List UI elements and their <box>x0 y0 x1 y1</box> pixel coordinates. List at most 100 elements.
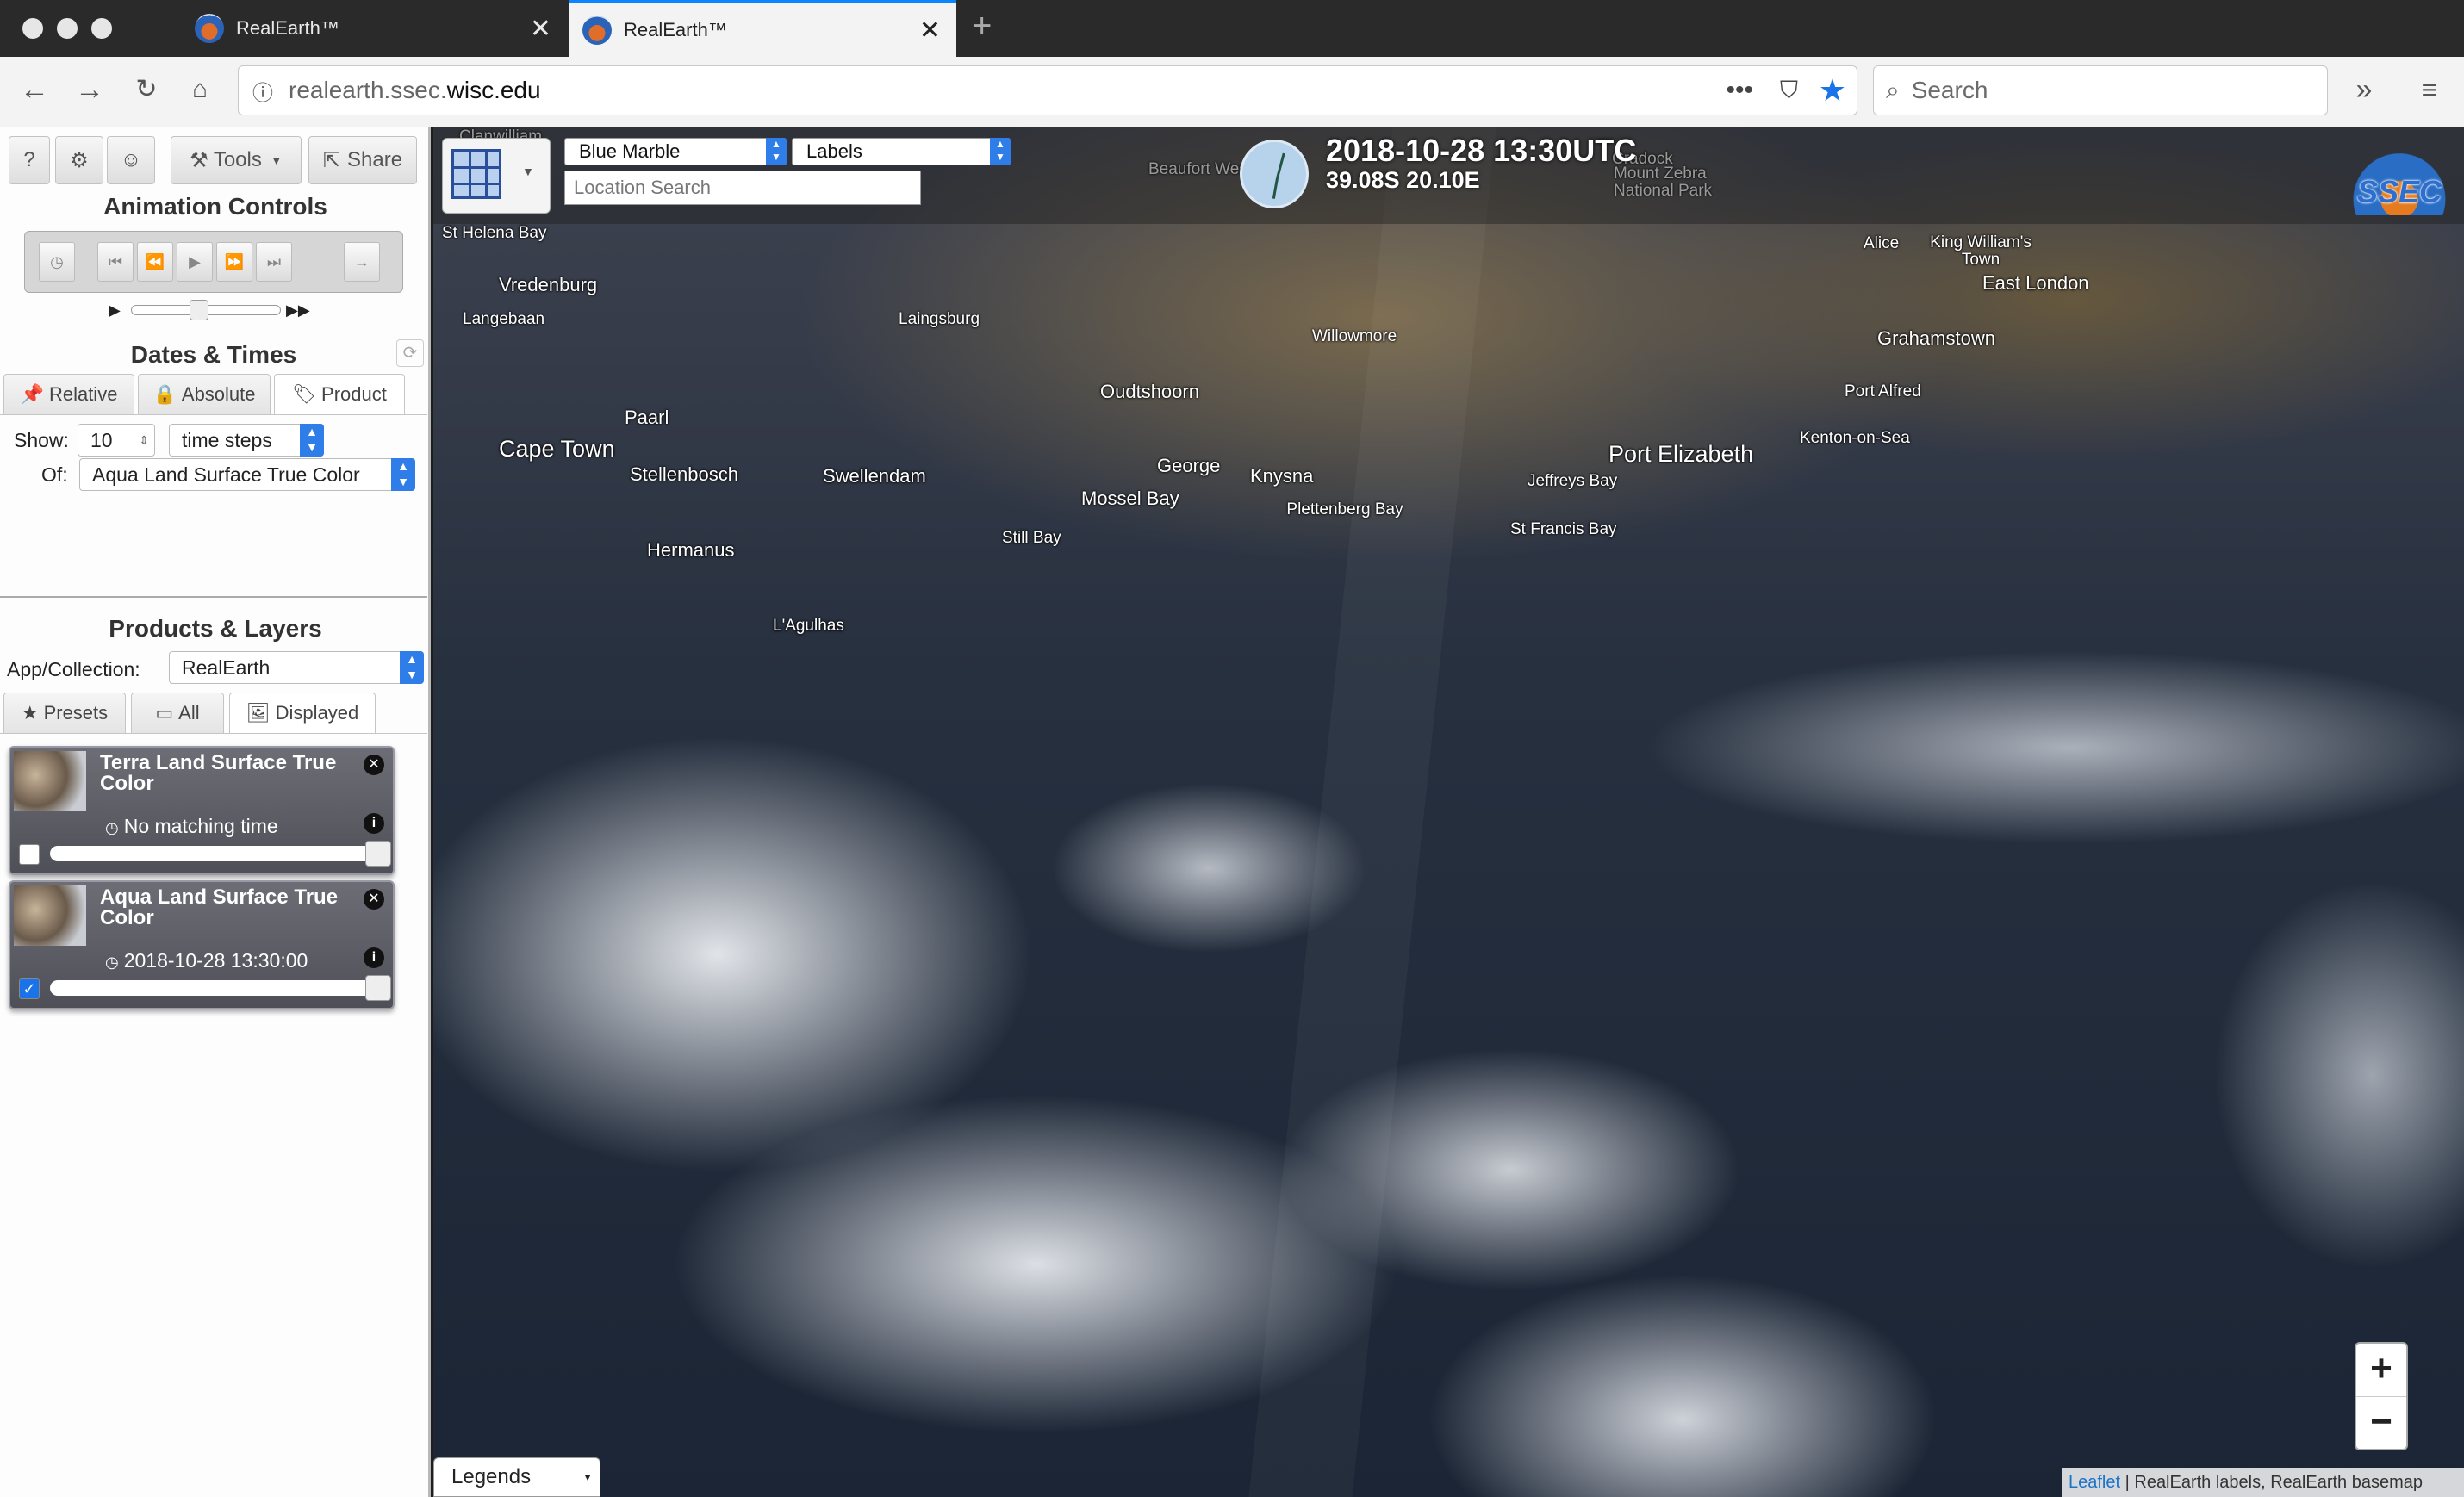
close-window-button[interactable] <box>22 18 43 39</box>
opacity-slider-handle[interactable] <box>365 975 391 1001</box>
map-place-label: Mossel Bay <box>1081 488 1179 509</box>
back-arrow-icon[interactable]: ← <box>14 69 55 110</box>
menu-icon[interactable]: ≡ <box>2409 69 2450 110</box>
zoom-in-button[interactable]: + <box>2356 1344 2406 1397</box>
opacity-slider[interactable] <box>50 980 388 996</box>
overflow-chevron-icon[interactable]: » <box>2343 69 2385 110</box>
url-prefix: realearth.ssec. <box>289 77 447 103</box>
layer-title: Aqua Land Surface True Color <box>100 885 339 929</box>
map-place-label: St Helena Bay <box>442 224 547 242</box>
gear-icon: ⚙ <box>70 148 89 172</box>
address-bar[interactable]: ⓘ realearth.ssec. wisc.edu ••• ⛉ ★ <box>238 65 1857 115</box>
animation-controls-title: Animation Controls <box>103 193 327 220</box>
zoom-out-button[interactable]: − <box>2356 1397 2406 1450</box>
select-chevron-icon: ▲ ▼ <box>990 138 1011 165</box>
tab-title: RealEarth™ <box>624 19 727 40</box>
last-frame-button[interactable]: ⏭ <box>256 242 292 282</box>
ssec-logo: SSEC <box>2346 136 2453 215</box>
divider <box>0 414 427 415</box>
layer-time: ◷ No matching time <box>105 815 278 838</box>
reload-icon[interactable]: ↻ <box>126 69 167 110</box>
time-unit-select[interactable]: time steps ▲ ▼ <box>169 424 324 457</box>
stepper-icon[interactable]: ⇕ <box>139 433 149 448</box>
info-icon[interactable]: ⓘ <box>252 76 273 106</box>
satellite-map[interactable]: Clanwilliam Beaufort West Cradock Mount Zeb… <box>433 127 2464 1497</box>
share-button[interactable]: ⇱ Share <box>308 136 417 184</box>
map-place-label: Plettenberg Bay <box>1286 500 1403 519</box>
new-tab-icon[interactable]: + <box>972 7 992 46</box>
location-search-placeholder: Location Search <box>574 177 711 198</box>
tools-button[interactable]: ⚒ Tools ▼ <box>171 136 302 184</box>
tab-all-label: All <box>178 702 200 724</box>
grid-layers-icon <box>451 149 501 199</box>
layer-info-icon[interactable]: i <box>364 813 384 834</box>
caret-down-icon: ▼ <box>522 165 534 178</box>
location-search-input[interactable]: Location Search <box>564 171 921 205</box>
step-forward-button[interactable]: ⏩ <box>216 242 252 282</box>
tab-displayed[interactable]: 🖼 Displayed <box>229 693 376 734</box>
labels-value: Labels <box>806 140 862 162</box>
step-back-button[interactable]: ⏪ <box>137 242 173 282</box>
maximize-window-button[interactable] <box>91 18 112 39</box>
share-icon: ⇱ <box>322 148 341 172</box>
leaflet-link[interactable]: Leaflet <box>2069 1473 2120 1492</box>
folder-icon: ▭ <box>155 702 174 724</box>
attribution-text: | RealEarth labels, RealEarth basemap <box>2120 1473 2423 1492</box>
remove-layer-icon[interactable]: ✕ <box>364 755 384 775</box>
caret-down-icon: ▼ <box>270 153 283 167</box>
page-actions-icon[interactable]: ••• <box>1726 76 1753 105</box>
help-button[interactable]: ? <box>9 136 50 184</box>
user-button[interactable]: ☺ <box>107 136 155 184</box>
show-count-input[interactable]: 10 ⇕ <box>78 424 155 457</box>
layer-card-terra[interactable]: Terra Land Surface True Color ✕ ◷ No matc… <box>9 746 395 875</box>
minimize-window-button[interactable] <box>57 18 78 39</box>
pocket-icon[interactable]: ⛉ <box>1780 77 1798 105</box>
tab-displayed-label: Displayed <box>275 702 359 724</box>
play-button[interactable]: ▶ <box>177 242 213 282</box>
first-frame-button[interactable]: ⏮ <box>97 242 134 282</box>
basemap-select[interactable]: Blue Marble ▲ ▼ <box>564 138 787 165</box>
remove-layer-icon[interactable]: ✕ <box>364 889 384 910</box>
zoom-control: + − <box>2355 1342 2408 1450</box>
tab-all[interactable]: ▭ All <box>131 693 224 734</box>
layer-title: Terra Land Surface True Color <box>100 751 337 795</box>
labels-select[interactable]: Labels ▲ ▼ <box>792 138 1011 165</box>
legends-button[interactable]: Legends ▼ <box>433 1457 600 1497</box>
map-place-label: Oudtshoorn <box>1100 381 1199 402</box>
home-icon[interactable]: ⌂ <box>179 69 221 110</box>
browser-tab[interactable]: RealEarth™ ✕ <box>181 0 567 57</box>
map-place-label: Grahamstown <box>1877 327 1995 349</box>
map-place-label: Hermanus <box>647 539 735 561</box>
map-place-label: Willowmore <box>1312 327 1397 345</box>
realearth-favicon-icon <box>195 14 224 43</box>
collection-select[interactable]: RealEarth ▲ ▼ <box>169 651 424 684</box>
tab-absolute[interactable]: 🔒 Absolute <box>138 374 271 415</box>
map-place-label: Langebaan <box>463 310 545 328</box>
layers-menu-button[interactable]: ▼ <box>442 138 551 214</box>
browser-tab-active[interactable]: RealEarth™ ✕ <box>569 0 956 57</box>
clock-hand <box>1272 177 1279 199</box>
sync-icon[interactable]: ⟳ <box>396 339 424 367</box>
layer-info-icon[interactable]: i <box>364 947 384 968</box>
close-tab-icon[interactable]: ✕ <box>919 16 941 46</box>
layer-card-aqua[interactable]: Aqua Land Surface True Color ✕ ◷ 2018-10-… <box>9 880 395 1009</box>
map-place-label: Vredenburg <box>499 274 598 295</box>
clock-icon: ◷ <box>105 819 119 836</box>
layer-visibility-checkbox[interactable]: ✓ <box>19 978 40 999</box>
product-select[interactable]: Aqua Land Surface True Color ▲ ▼ <box>79 458 415 491</box>
tab-product[interactable]: 🏷 Product <box>274 374 405 415</box>
settings-button[interactable]: ⚙ <box>55 136 103 184</box>
clock-button[interactable]: ◷ <box>39 242 75 282</box>
browser-search-field[interactable]: ⌕ Search <box>1873 65 2328 115</box>
opacity-slider[interactable] <box>50 846 388 861</box>
forward-arrow-icon[interactable]: → <box>69 69 110 110</box>
close-tab-icon[interactable]: ✕ <box>530 14 551 44</box>
tab-presets[interactable]: ★ Presets <box>3 693 126 734</box>
layer-visibility-checkbox[interactable] <box>19 844 40 865</box>
opacity-slider-handle[interactable] <box>365 841 391 867</box>
share-label: Share <box>347 148 403 171</box>
loop-button[interactable]: → <box>344 242 380 282</box>
bookmark-star-icon[interactable]: ★ <box>1819 72 1846 109</box>
speed-slider-handle[interactable] <box>190 300 208 320</box>
tab-relative[interactable]: 📌 Relative <box>3 374 134 415</box>
